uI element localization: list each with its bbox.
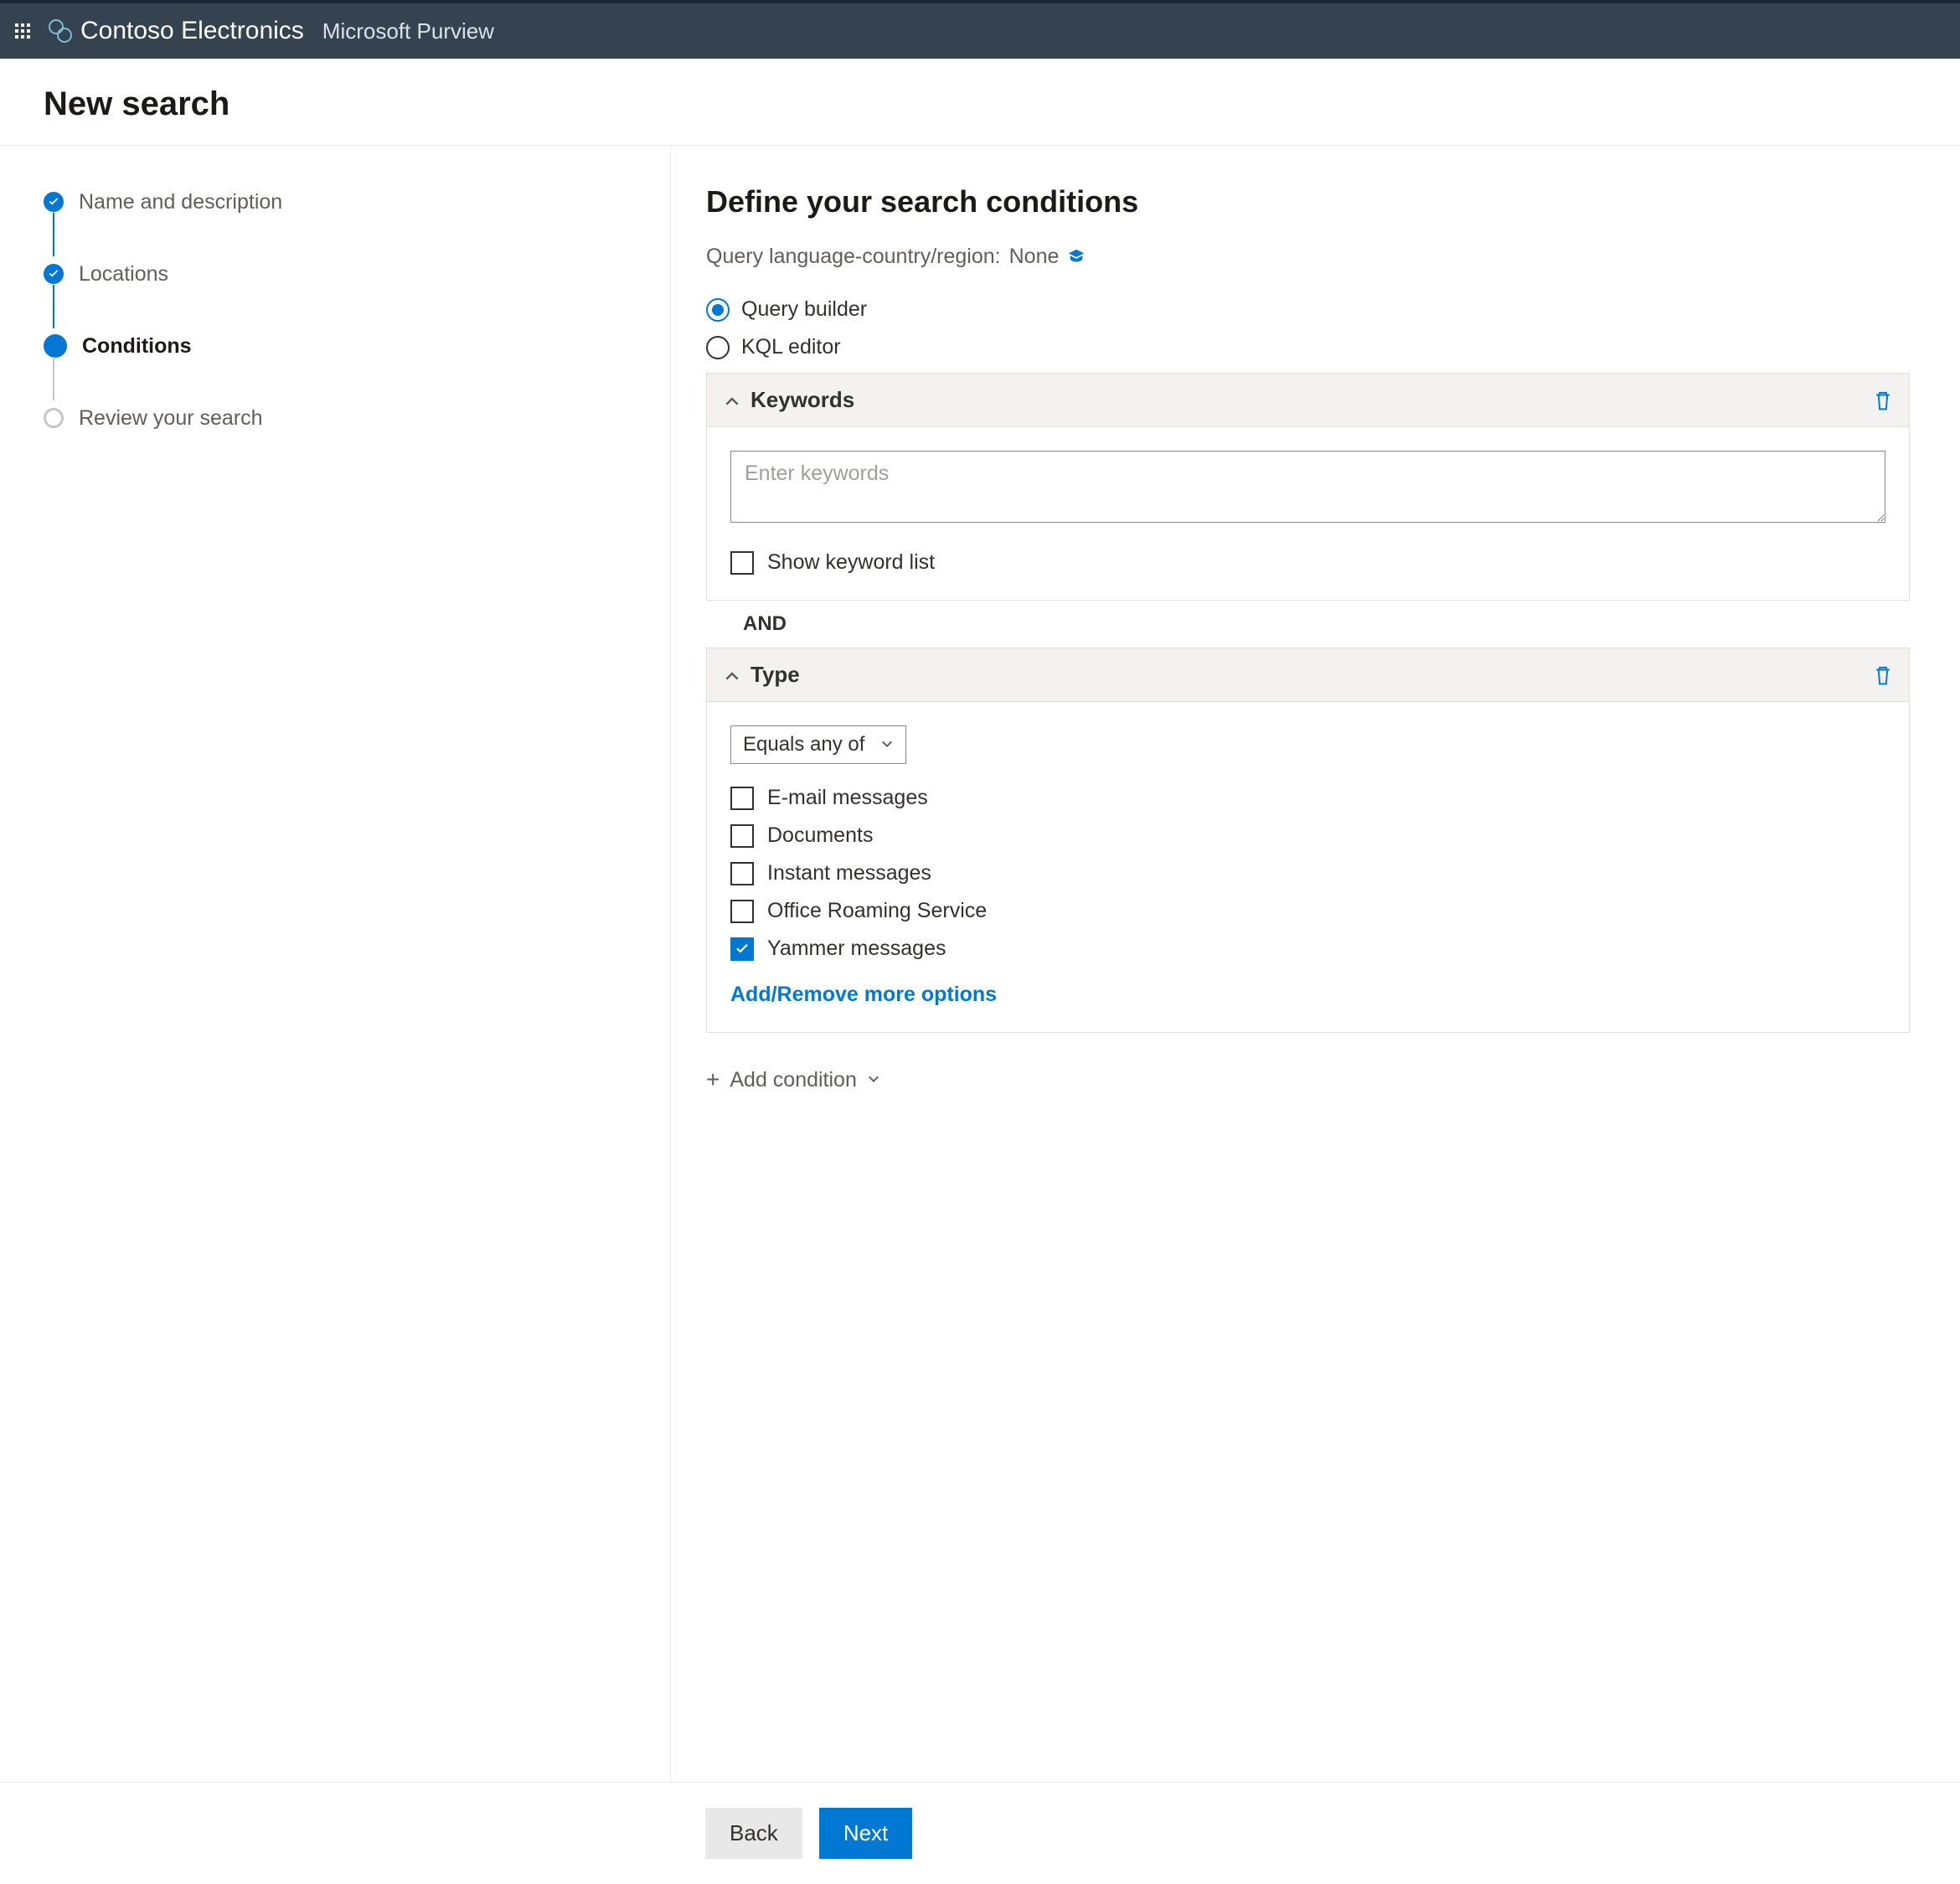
operator-value: Equals any of bbox=[743, 733, 864, 756]
step-review[interactable]: Review your search bbox=[44, 405, 670, 431]
operator-select[interactable]: Equals any of bbox=[730, 725, 906, 764]
org-brand[interactable]: Contoso Electronics bbox=[49, 17, 304, 45]
main-heading: Define your search conditions bbox=[706, 184, 1910, 219]
next-button[interactable]: Next bbox=[819, 1808, 912, 1859]
page-header: New search bbox=[0, 59, 1960, 146]
step-locations[interactable]: Locations bbox=[44, 261, 670, 286]
future-step-icon bbox=[44, 408, 64, 428]
check-icon bbox=[44, 264, 64, 284]
back-button[interactable]: Back bbox=[705, 1808, 802, 1859]
step-label: Name and description bbox=[79, 190, 282, 214]
type-option-instant-messages[interactable]: Instant messages bbox=[730, 861, 1885, 885]
top-bar: Contoso Electronics Microsoft Purview bbox=[0, 0, 1960, 59]
query-language-row: Query language-country/region: None bbox=[706, 245, 1910, 269]
radio-label: Query builder bbox=[741, 297, 867, 322]
keywords-card-header[interactable]: Keywords bbox=[707, 374, 1909, 427]
radio-icon bbox=[706, 336, 730, 359]
step-label: Conditions bbox=[82, 334, 192, 359]
wizard-steps: Name and description Locations Condition… bbox=[0, 146, 670, 1782]
main-panel: Define your search conditions Query lang… bbox=[670, 146, 1960, 1782]
radio-query-builder[interactable]: Query builder bbox=[706, 297, 1910, 322]
page-title: New search bbox=[44, 85, 1916, 123]
chevron-down-icon bbox=[880, 738, 894, 751]
keywords-input[interactable] bbox=[730, 451, 1885, 523]
type-card: Type Equals any of E-mail messages Docum… bbox=[706, 648, 1910, 1033]
step-name-description[interactable]: Name and description bbox=[44, 189, 670, 214]
card-title: Type bbox=[750, 662, 800, 688]
org-logo-icon bbox=[49, 19, 72, 43]
type-card-header[interactable]: Type bbox=[707, 648, 1909, 702]
show-keyword-list-checkbox[interactable]: Show keyword list bbox=[730, 550, 1885, 575]
radio-icon bbox=[706, 298, 730, 322]
radio-label: KQL editor bbox=[741, 335, 841, 359]
add-condition-label: Add condition bbox=[730, 1068, 857, 1092]
current-step-icon bbox=[44, 334, 67, 358]
delete-icon[interactable] bbox=[1874, 664, 1892, 686]
checkbox-icon bbox=[730, 900, 754, 923]
checkbox-label: Office Roaming Service bbox=[767, 899, 987, 923]
query-language-value: None bbox=[1009, 245, 1060, 269]
app-launcher-icon[interactable] bbox=[15, 23, 30, 39]
card-title: Keywords bbox=[750, 387, 854, 413]
step-label: Locations bbox=[79, 262, 168, 286]
type-option-yammer[interactable]: Yammer messages bbox=[730, 937, 1885, 961]
checkbox-label: Instant messages bbox=[767, 861, 931, 885]
org-name: Contoso Electronics bbox=[80, 17, 304, 45]
chevron-down-icon bbox=[867, 1073, 880, 1087]
query-language-label: Query language-country/region: bbox=[706, 245, 1001, 269]
keywords-card: Keywords Show keyword list bbox=[706, 373, 1910, 601]
product-name: Microsoft Purview bbox=[322, 18, 494, 44]
type-option-email[interactable]: E-mail messages bbox=[730, 786, 1885, 810]
checkbox-label: Documents bbox=[767, 823, 873, 848]
step-conditions[interactable]: Conditions bbox=[44, 333, 670, 359]
add-remove-options-link[interactable]: Add/Remove more options bbox=[730, 983, 997, 1007]
chevron-up-icon bbox=[724, 392, 740, 409]
plus-icon: + bbox=[706, 1066, 720, 1093]
check-icon bbox=[44, 192, 64, 212]
checkbox-label: Yammer messages bbox=[767, 937, 946, 961]
checkbox-icon bbox=[730, 551, 754, 575]
radio-kql-editor[interactable]: KQL editor bbox=[706, 335, 1910, 359]
language-region-icon[interactable] bbox=[1067, 248, 1086, 266]
and-operator: AND bbox=[706, 601, 1910, 648]
chevron-up-icon bbox=[724, 667, 740, 684]
wizard-footer: Back Next bbox=[0, 1782, 1960, 1884]
checkbox-icon bbox=[730, 937, 754, 961]
checkbox-icon bbox=[730, 862, 754, 885]
delete-icon[interactable] bbox=[1874, 390, 1892, 411]
checkbox-icon bbox=[730, 824, 754, 848]
type-option-documents[interactable]: Documents bbox=[730, 823, 1885, 848]
checkbox-label: E-mail messages bbox=[767, 786, 928, 810]
checkbox-label: Show keyword list bbox=[767, 550, 935, 575]
add-condition-button[interactable]: + Add condition bbox=[706, 1066, 1910, 1093]
checkbox-icon bbox=[730, 787, 754, 810]
step-label: Review your search bbox=[79, 406, 263, 431]
type-option-office-roaming[interactable]: Office Roaming Service bbox=[730, 899, 1885, 923]
